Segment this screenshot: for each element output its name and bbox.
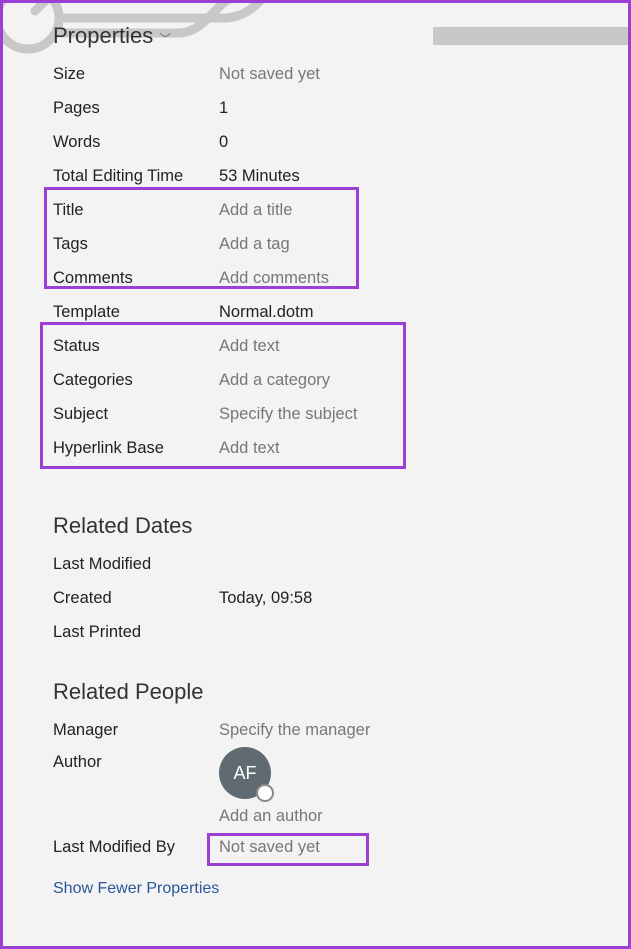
prop-placeholder-status[interactable]: Add text <box>219 337 280 356</box>
prop-label-author: Author <box>53 747 219 799</box>
prop-label-hyperlink-base: Hyperlink Base <box>53 439 219 458</box>
prop-placeholder-subject[interactable]: Specify the subject <box>219 405 358 424</box>
prop-row-pages: Pages 1 <box>3 91 628 125</box>
author-avatar[interactable]: AF <box>219 747 271 799</box>
prop-placeholder-title[interactable]: Add a title <box>219 201 292 220</box>
prop-value-editing-time: 53 Minutes <box>219 167 300 186</box>
prop-row-subject[interactable]: Subject Specify the subject <box>3 397 628 431</box>
prop-label-tags: Tags <box>53 235 219 254</box>
chevron-down-icon: ﹀ <box>159 30 171 47</box>
related-people-heading: Related People <box>3 649 628 713</box>
prop-value-last-modified-by: Not saved yet <box>219 838 320 857</box>
prop-row-author: Author AF <box>3 747 628 799</box>
prop-label-comments: Comments <box>53 269 219 288</box>
prop-label-manager: Manager <box>53 721 219 740</box>
prop-row-manager[interactable]: Manager Specify the manager <box>3 713 628 747</box>
show-fewer-properties-link[interactable]: Show Fewer Properties <box>3 860 628 898</box>
prop-label-editing-time: Total Editing Time <box>53 167 219 186</box>
prop-placeholder-hyperlink-base[interactable]: Add text <box>219 439 280 458</box>
related-dates-heading: Related Dates <box>3 465 628 547</box>
prop-row-categories[interactable]: Categories Add a category <box>3 363 628 397</box>
prop-value-template: Normal.dotm <box>219 303 313 322</box>
prop-label-subject: Subject <box>53 405 219 424</box>
prop-row-status[interactable]: Status Add text <box>3 329 628 363</box>
prop-label-categories: Categories <box>53 371 219 390</box>
prop-row-created: Created Today, 09:58 <box>3 581 628 615</box>
prop-row-words: Words 0 <box>3 125 628 159</box>
prop-label-last-modified: Last Modified <box>53 555 219 574</box>
prop-row-tags[interactable]: Tags Add a tag <box>3 227 628 261</box>
prop-row-template: Template Normal.dotm <box>3 295 628 329</box>
properties-heading[interactable]: Properties ﹀ <box>3 3 628 57</box>
properties-heading-label: Properties <box>53 23 153 49</box>
prop-label-template: Template <box>53 303 219 322</box>
prop-label-pages: Pages <box>53 99 219 118</box>
prop-label-last-modified-by: Last Modified By <box>53 838 219 857</box>
add-author-field[interactable]: Add an author <box>219 807 323 825</box>
prop-placeholder-tags[interactable]: Add a tag <box>219 235 290 254</box>
prop-label-size: Size <box>53 65 219 84</box>
prop-label-title: Title <box>53 201 219 220</box>
prop-row-last-printed: Last Printed <box>3 615 628 649</box>
prop-value-size: Not saved yet <box>219 65 320 84</box>
prop-label-status: Status <box>53 337 219 356</box>
prop-row-last-modified: Last Modified <box>3 547 628 581</box>
prop-row-title[interactable]: Title Add a title <box>3 193 628 227</box>
author-initials: AF <box>233 763 256 784</box>
prop-value-pages: 1 <box>219 99 228 118</box>
avatar-status-icon <box>256 784 274 802</box>
prop-placeholder-categories[interactable]: Add a category <box>219 371 330 390</box>
prop-row-size: Size Not saved yet <box>3 57 628 91</box>
prop-label-words: Words <box>53 133 219 152</box>
prop-placeholder-manager[interactable]: Specify the manager <box>219 721 370 740</box>
prop-value-created: Today, 09:58 <box>219 589 312 608</box>
prop-row-editing-time: Total Editing Time 53 Minutes <box>3 159 628 193</box>
prop-placeholder-comments[interactable]: Add comments <box>219 269 329 288</box>
prop-label-last-printed: Last Printed <box>53 623 219 642</box>
prop-value-words: 0 <box>219 133 228 152</box>
add-author-row: Add an author <box>3 799 628 826</box>
prop-row-last-modified-by: Last Modified By Not saved yet <box>3 826 628 860</box>
prop-label-created: Created <box>53 589 219 608</box>
prop-row-comments[interactable]: Comments Add comments <box>3 261 628 295</box>
prop-row-hyperlink-base[interactable]: Hyperlink Base Add text <box>3 431 628 465</box>
